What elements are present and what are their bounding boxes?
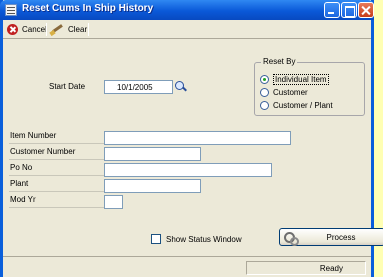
customer-number-field[interactable]	[104, 147, 201, 161]
show-status-label: Show Status Window	[166, 235, 242, 244]
clear-button[interactable]: Clear	[50, 22, 87, 37]
process-label: Process	[326, 233, 356, 242]
window-icon	[5, 4, 17, 16]
reset-cums-window: Reset Cums In Ship History Cancel Clear …	[0, 0, 383, 277]
radio-label: Customer / Plant	[273, 101, 333, 110]
mod-yr-field[interactable]	[104, 195, 123, 209]
toolbar-separator	[46, 23, 47, 36]
status-text: Ready	[246, 261, 366, 275]
title-bar[interactable]: Reset Cums In Ship History	[0, 0, 374, 20]
status-bar: Ready	[3, 256, 371, 277]
radio-label: Customer	[273, 88, 308, 97]
reset-by-title: Reset By	[261, 57, 298, 66]
clear-icon	[50, 24, 64, 35]
radio-customer-plant[interactable]: Customer / Plant	[260, 101, 333, 110]
item-number-field[interactable]	[104, 131, 291, 145]
radio-label: Individual Item	[273, 74, 329, 85]
radio-button[interactable]	[260, 101, 269, 110]
show-status-checkbox[interactable]	[151, 234, 161, 244]
maximize-button[interactable]	[341, 2, 357, 18]
plant-label: Plant	[9, 179, 105, 192]
start-date-label: Start Date	[49, 82, 86, 91]
radio-button[interactable]	[260, 75, 269, 84]
start-date-field[interactable]: 10/1/2005	[104, 80, 173, 94]
clear-label: Clear	[68, 25, 88, 34]
window-title: Reset Cums In Ship History	[22, 3, 154, 14]
lookup-icon[interactable]	[174, 80, 187, 93]
close-button[interactable]	[358, 2, 374, 18]
radio-customer[interactable]: Customer	[260, 88, 308, 97]
mod-yr-label: Mod Yr	[9, 195, 105, 208]
cancel-label: Cancel	[22, 25, 47, 34]
radio-button[interactable]	[260, 88, 269, 97]
minimize-button[interactable]	[324, 2, 340, 18]
toolbar: Cancel Clear	[3, 20, 371, 39]
po-no-label: Po No	[9, 163, 105, 176]
plant-field[interactable]	[104, 179, 201, 193]
cancel-icon	[7, 24, 18, 35]
customer-number-label: Customer Number	[9, 147, 105, 160]
toolbar-separator	[88, 23, 89, 36]
radio-individual-item[interactable]: Individual Item	[260, 74, 329, 85]
process-button[interactable]: Process	[279, 228, 383, 246]
item-number-label: Item Number	[9, 131, 105, 144]
cancel-button[interactable]: Cancel	[7, 22, 47, 37]
po-no-field[interactable]	[104, 163, 272, 177]
